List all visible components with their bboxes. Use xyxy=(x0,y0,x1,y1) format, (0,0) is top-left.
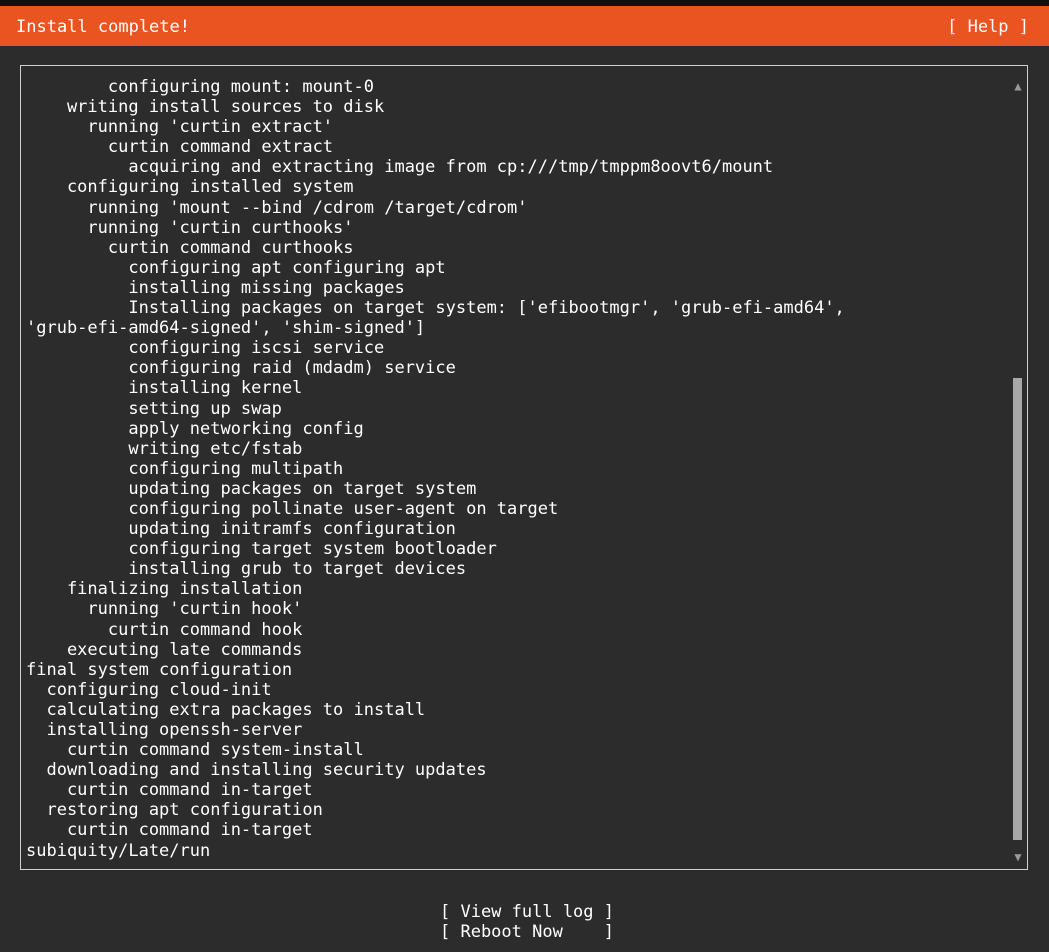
log-line: updating initramfs configuration xyxy=(26,519,456,540)
log-line: installing grub to target devices xyxy=(26,559,467,580)
log-line: curtin command in-target xyxy=(26,820,313,841)
log-line: running 'curtin hook' xyxy=(26,599,303,620)
page-title: Install complete! xyxy=(16,17,190,37)
log-line: downloading and installing security upda… xyxy=(26,760,487,781)
log-line: installing kernel xyxy=(26,378,303,399)
log-line: writing install sources to disk xyxy=(26,97,385,118)
log-line: 'grub-efi-amd64-signed', 'shim-signed'] xyxy=(26,318,426,339)
log-line: calculating extra packages to install xyxy=(26,699,426,720)
log-line: running 'mount --bind /cdrom /target/cdr… xyxy=(26,197,528,218)
log-line: curtin command system-install xyxy=(26,740,364,761)
log-line: configuring target system bootloader xyxy=(26,539,497,560)
log-line: final system configuration xyxy=(26,659,293,680)
log-line: acquiring and extracting image from cp:/… xyxy=(26,157,774,178)
help-button[interactable]: [ Help ] xyxy=(947,17,1029,37)
log-line: configuring cloud-init xyxy=(26,679,272,700)
triangle-up-icon[interactable]: ▲ xyxy=(1011,79,1025,93)
reboot-now-button[interactable]: [ Reboot Now ] xyxy=(440,922,614,942)
log-text-area: configuring mount: mount-0 writing insta… xyxy=(26,77,1011,861)
log-line: configuring mount: mount-0 xyxy=(26,77,374,97)
log-line: installing openssh-server xyxy=(26,720,303,740)
log-line: setting up swap xyxy=(26,398,282,419)
log-line: configuring raid (mdadm) service xyxy=(26,358,456,379)
log-line: configuring pollinate user-agent on targ… xyxy=(26,498,559,519)
log-line: executing late commands xyxy=(26,639,303,660)
log-line: subiquity/Late/run xyxy=(26,840,211,861)
log-line: running 'curtin extract' xyxy=(26,117,334,138)
log-line: apply networking config xyxy=(26,418,364,439)
view-full-log-button[interactable]: [ View full log ] xyxy=(440,902,614,922)
action-buttons: [ View full log ] [ Reboot Now ] xyxy=(440,902,614,942)
log-line: restoring apt configuration xyxy=(26,800,323,821)
log-scrollbar[interactable]: ▲ ▼ xyxy=(1011,76,1025,864)
log-line: updating packages on target system xyxy=(26,478,477,499)
log-line: curtin command extract xyxy=(26,137,334,158)
install-log-panel: configuring mount: mount-0 writing insta… xyxy=(20,65,1028,870)
log-line: curtin command hook xyxy=(26,619,303,640)
log-line: Installing packages on target system: ['… xyxy=(26,298,845,319)
log-line: running 'curtin curthooks' xyxy=(26,217,354,238)
triangle-down-icon[interactable]: ▼ xyxy=(1011,850,1025,864)
log-line: configuring multipath xyxy=(26,458,344,479)
log-line: configuring apt configuring apt xyxy=(26,257,446,278)
log-line: installing missing packages xyxy=(26,277,405,298)
log-line: writing etc/fstab xyxy=(26,438,303,459)
log-line: curtin command in-target xyxy=(26,780,313,801)
title-bar: Install complete! [ Help ] xyxy=(0,6,1049,46)
log-line: configuring installed system xyxy=(26,177,354,198)
scrollbar-thumb[interactable] xyxy=(1013,378,1022,840)
log-line: finalizing installation xyxy=(26,579,303,600)
log-line: configuring iscsi service xyxy=(26,338,385,359)
log-line: curtin command curthooks xyxy=(26,237,354,258)
